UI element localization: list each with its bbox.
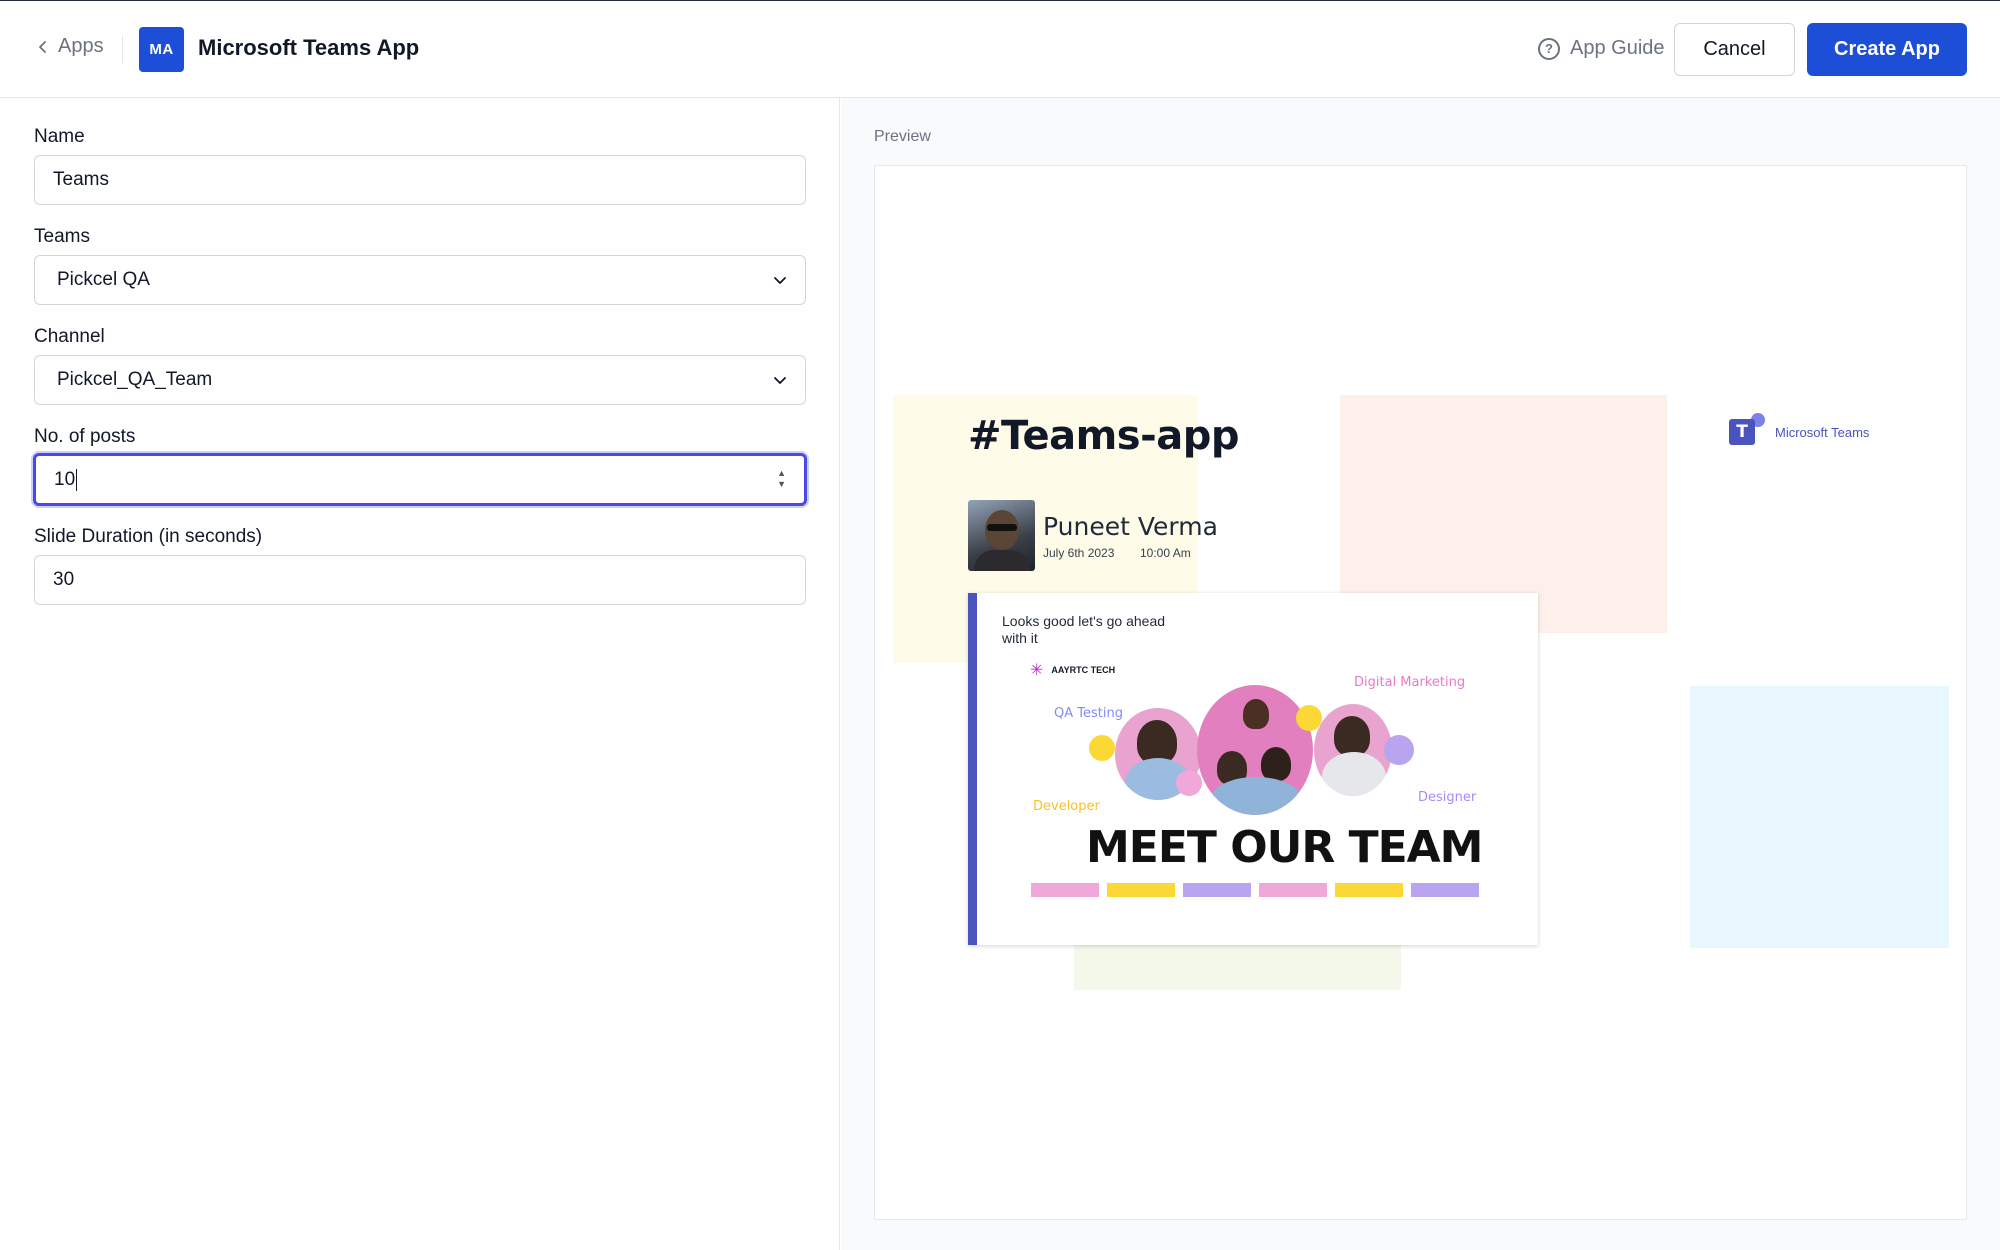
duration-input[interactable]: 30 [34, 555, 806, 605]
team-photo-right [1314, 704, 1392, 796]
preview-hashtag: #Teams-app [968, 413, 1239, 459]
channel-select[interactable]: Pickcel_QA_Team [34, 355, 806, 405]
header-divider [122, 35, 123, 63]
spinner-up-icon[interactable]: ▲ [777, 469, 786, 478]
page-title: Microsoft Teams App [198, 35, 420, 60]
question-circle-icon: ? [1538, 37, 1560, 60]
back-to-apps-link[interactable]: Apps [36, 35, 104, 58]
decor-dot-lavender [1384, 735, 1414, 765]
teams-icon: T [1729, 413, 1771, 451]
chevron-down-icon [774, 277, 786, 284]
decor-color-bars [1031, 883, 1479, 897]
app-avatar: MA [139, 27, 184, 72]
decor-dot-yellow-center [1296, 705, 1322, 731]
post-image-headline: MEET OUR TEAM [1086, 822, 1483, 873]
duration-label: Slide Duration (in seconds) [34, 526, 263, 547]
decor-dot-pink [1176, 770, 1202, 796]
preview-label: Preview [874, 128, 931, 145]
role-qa-testing: QA Testing [1054, 706, 1123, 721]
decor-dot-yellow-left [1089, 735, 1115, 761]
spinner-down-icon[interactable]: ▼ [777, 480, 786, 489]
teams-logo-text: Microsoft Teams [1775, 424, 1870, 440]
posts-number-input[interactable]: 10 ▲ ▼ [33, 453, 807, 506]
teams-label: Teams [34, 226, 90, 247]
app-guide-label: App Guide [1570, 37, 1665, 59]
post-author-name: Puneet Verma [1043, 512, 1218, 541]
role-digital-marketing: Digital Marketing [1354, 675, 1466, 690]
preview-bg-green-block [1074, 942, 1401, 990]
channel-label: Channel [34, 326, 105, 347]
chevron-down-icon [774, 377, 786, 384]
back-label: Apps [58, 35, 104, 57]
preview-bg-blue-block [1690, 686, 1949, 948]
post-message: Looks good let's go ahead with it [1002, 613, 1166, 646]
team-photo-center [1197, 685, 1313, 815]
chevron-left-icon [39, 40, 46, 53]
spinner-arrows-icon[interactable]: ▲ ▼ [777, 469, 786, 489]
posts-label: No. of posts [34, 426, 136, 447]
channel-value: Pickcel_QA_Team [57, 369, 213, 390]
duration-value: 30 [53, 569, 75, 590]
name-label: Name [34, 126, 85, 147]
cancel-button[interactable]: Cancel [1674, 23, 1795, 76]
post-time: 10:00 Am [1140, 546, 1191, 560]
microsoft-teams-logo: T Microsoft Teams [1729, 413, 1869, 451]
post-date: July 6th 2023 [1043, 546, 1115, 560]
teams-select[interactable]: Pickcel QA [34, 255, 806, 305]
text-caret [76, 468, 78, 491]
user-avatar-photo [968, 500, 1035, 571]
post-image-brand: ✳ AAYRTC TECH [1030, 662, 1116, 679]
create-app-button[interactable]: Create App [1807, 23, 1967, 76]
role-developer: Developer [1033, 799, 1100, 814]
app-header: Apps MA Microsoft Teams App ? App Guide … [0, 1, 2000, 98]
name-value: Teams [53, 169, 109, 190]
app-guide-link[interactable]: ? App Guide [1538, 37, 1665, 60]
name-input[interactable]: Teams [34, 155, 806, 205]
posts-value: 10 [54, 468, 76, 490]
role-designer: Designer [1418, 790, 1477, 805]
teams-value: Pickcel QA [57, 269, 150, 290]
brand-star-icon: ✳ [1030, 662, 1044, 679]
